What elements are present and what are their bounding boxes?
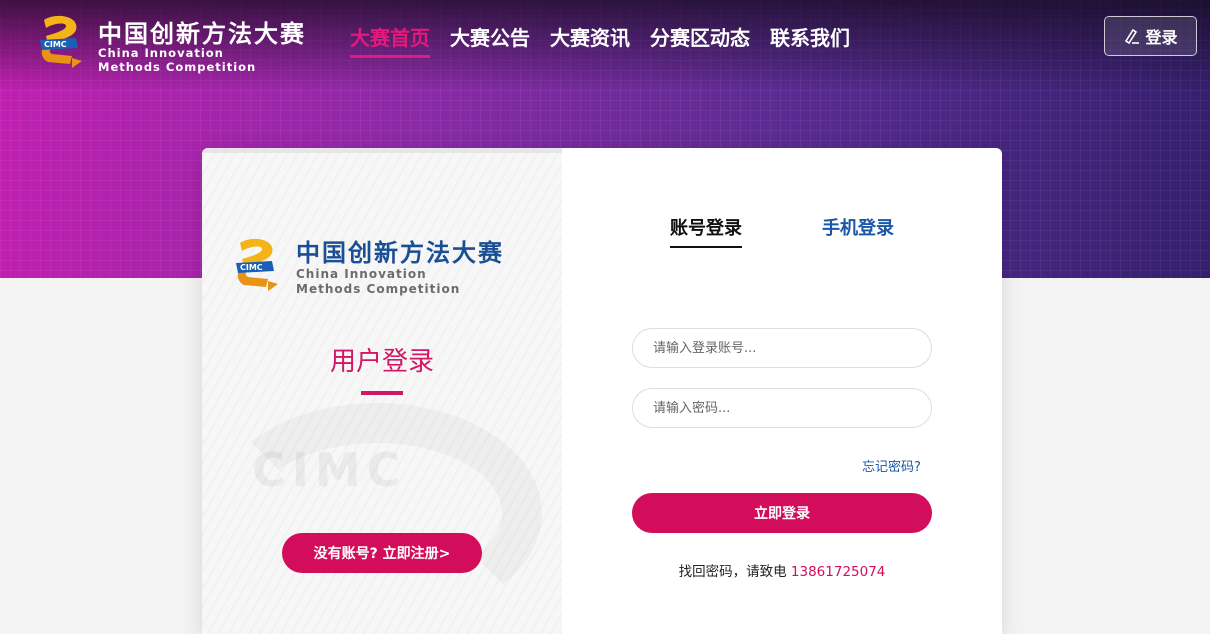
tab-phone-login[interactable]: 手机登录 — [822, 214, 894, 246]
recover-password-note: 找回密码，请致电 13861725074 — [632, 560, 932, 580]
panel-logo-title-en: China Innovation Methods Competition — [296, 267, 460, 297]
header-login-label: 登录 — [1145, 28, 1178, 47]
logo-title-en: China Innovation Methods Competition — [98, 46, 256, 74]
logo-title-cn: 中国创新方法大赛 — [98, 20, 306, 48]
panel-logo: CIMC 中国创新方法大赛 China Innovation Methods C… — [232, 233, 542, 303]
main-nav: 大赛首页 大赛公告 大赛资讯 分赛区动态 联系我们 — [350, 22, 850, 58]
logo-en-line1: China Innovation — [98, 46, 224, 60]
forgot-password-link[interactable]: 忘记密码? — [862, 456, 921, 475]
panel-logo-title-cn: 中国创新方法大赛 — [296, 239, 504, 267]
watermark-text: CIMC — [252, 443, 407, 497]
logo-en-line2: Methods Competition — [98, 60, 257, 74]
user-login-title: 用户登录 — [329, 347, 434, 377]
nav-item-division-updates[interactable]: 分赛区动态 — [650, 22, 750, 58]
header-login-button[interactable]: 登录 — [1104, 16, 1197, 56]
recover-text: 找回密码，请致电 — [678, 564, 787, 580]
svg-text:CIMC: CIMC — [240, 263, 263, 272]
site-header: CIMC 中国创新方法大赛 China Innovation Methods C… — [0, 0, 1210, 80]
watermark-arc — [212, 403, 542, 623]
panel-logo-en-line1: China Innovation — [296, 267, 427, 281]
nav-item-announcements[interactable]: 大赛公告 — [450, 22, 530, 58]
pen-icon — [1125, 28, 1140, 45]
login-card: CIMC CIMC 中国创新方法大赛 China Innovation Meth… — [202, 148, 1002, 634]
tab-account-login[interactable]: 账号登录 — [670, 214, 742, 248]
login-card-left-panel: CIMC CIMC 中国创新方法大赛 China Innovation Meth… — [202, 148, 562, 634]
cimc-logo-mark-icon: CIMC — [40, 15, 82, 68]
cimc-logo-mark-icon: CIMC — [236, 238, 278, 291]
nav-item-contact[interactable]: 联系我们 — [770, 22, 850, 58]
register-button[interactable]: 没有账号? 立即注册> — [282, 533, 482, 573]
panel-logo-en-line2: Methods Competition — [296, 282, 461, 296]
nav-item-home[interactable]: 大赛首页 — [350, 22, 430, 58]
title-underline — [361, 391, 403, 395]
password-input[interactable] — [632, 388, 932, 428]
account-input[interactable] — [632, 328, 932, 368]
nav-item-news[interactable]: 大赛资讯 — [550, 22, 630, 58]
submit-login-button[interactable]: 立即登录 — [632, 493, 932, 533]
recover-phone: 13861725074 — [790, 564, 886, 580]
svg-text:CIMC: CIMC — [44, 40, 67, 49]
site-logo[interactable]: CIMC 中国创新方法大赛 China Innovation Methods C… — [36, 14, 326, 74]
